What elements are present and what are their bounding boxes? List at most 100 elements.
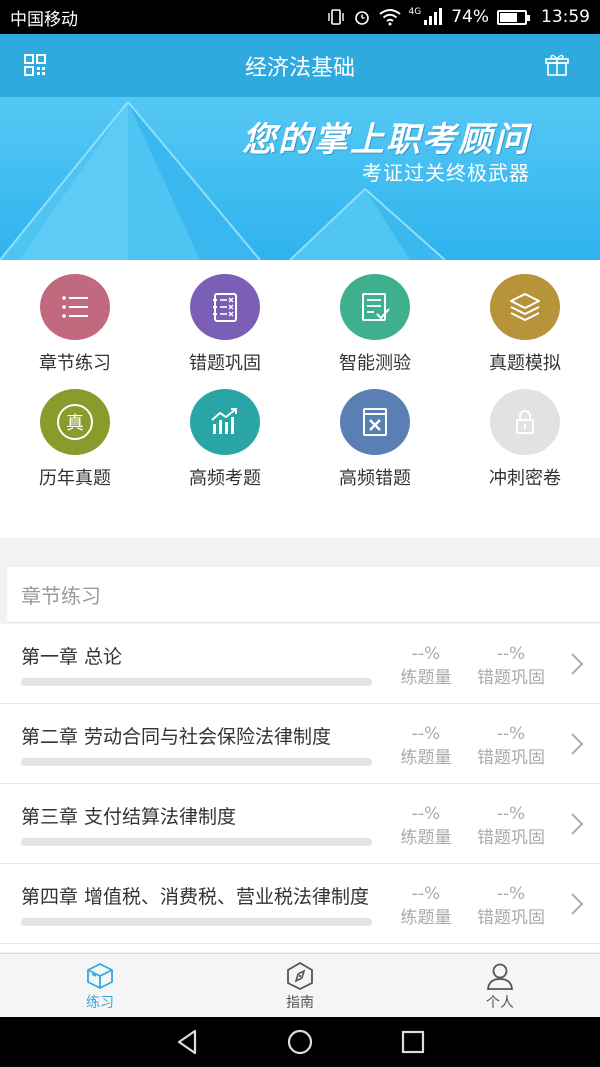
back-icon[interactable]	[173, 1028, 201, 1056]
tab-guide[interactable]: 指南	[200, 954, 400, 1017]
section-title: 章节练习	[7, 567, 600, 623]
battery-percent: 74%	[451, 7, 489, 27]
grid-menu-icon	[24, 54, 46, 76]
carrier-name: 中国移动	[10, 9, 78, 30]
battery-level	[500, 12, 518, 22]
feature-label: 真题模拟	[489, 353, 561, 374]
chapter-list: 第一章 总论 --% 练题量 --% 错题巩固 第二章 劳动合同与社会保险法律制度 …	[0, 624, 600, 952]
network-type: 4G	[408, 7, 422, 17]
stat-label: 错题巩固	[477, 828, 545, 848]
recents-icon[interactable]	[399, 1028, 427, 1056]
status-bar: 中国移动 4G 74% 13:59	[0, 0, 600, 34]
chevron-right-icon	[571, 893, 584, 915]
feature-icon-circle	[490, 389, 560, 455]
feature-icon-circle	[340, 389, 410, 455]
feature-label: 高频错题	[339, 468, 411, 489]
stat-value: --%	[496, 884, 526, 904]
banner-subslogan: 考证过关终极武器	[362, 161, 530, 185]
chapter-title: 第四章 增值税、消费税、营业税法律制度	[21, 886, 370, 908]
stat-label: 错题巩固	[477, 748, 545, 768]
stat-value: --%	[411, 804, 441, 824]
vibrate-icon	[327, 9, 344, 25]
notebook-icon	[213, 293, 237, 322]
tab-label: 个人	[486, 995, 514, 1011]
feature-chapter-practice[interactable]: 章节练习	[0, 260, 150, 375]
zhen-seal-icon: 真	[57, 404, 93, 440]
feature-label: 高频考题	[189, 468, 261, 489]
mistake-stat: --% 错题巩固	[474, 642, 548, 690]
svg-text:真: 真	[66, 413, 84, 434]
battery-icon	[497, 9, 530, 25]
feature-grid: 章节练习 错题巩固 智能测验 真题模拟 真 历年真题 高频考题 高频错题 冲刺密…	[0, 260, 600, 538]
stat-label: 练题量	[400, 908, 452, 928]
tab-practice[interactable]: 练习	[0, 954, 200, 1017]
progress-bar	[21, 758, 372, 766]
stat-label: 练题量	[400, 828, 452, 848]
feature-smart-test[interactable]: 智能测验	[300, 260, 450, 375]
mistake-stat: --% 错题巩固	[474, 802, 548, 850]
feature-frequent-mistakes[interactable]: 高频错题	[300, 375, 450, 490]
tab-profile[interactable]: 个人	[400, 954, 600, 1017]
chapter-title: 第二章 劳动合同与社会保险法律制度	[21, 726, 332, 748]
lock-icon	[516, 410, 534, 434]
practice-stat: --% 练题量	[398, 722, 454, 770]
chapter-row[interactable]: 第二章 劳动合同与社会保险法律制度 --% 练题量 --% 错题巩固	[0, 704, 600, 784]
chapter-row[interactable]: 第三章 支付结算法律制度 --% 练题量 --% 错题巩固	[0, 784, 600, 864]
feature-label: 智能测验	[339, 353, 411, 374]
stat-value: --%	[411, 644, 441, 664]
chapter-title: 第三章 支付结算法律制度	[21, 806, 237, 828]
feature-past-exams[interactable]: 真 历年真题	[0, 375, 150, 490]
feature-icon-circle	[190, 274, 260, 340]
menu-button[interactable]	[20, 50, 50, 80]
cube-icon	[87, 963, 113, 989]
page-title: 经济法基础	[244, 55, 355, 81]
stat-label: 错题巩固	[477, 908, 545, 928]
bottom-tab-bar: 练习 指南 个人	[0, 953, 600, 1017]
feature-mock-exam[interactable]: 真题模拟	[450, 260, 600, 375]
practice-stat: --% 练题量	[398, 802, 454, 850]
gift-icon	[545, 54, 569, 76]
gift-button[interactable]	[542, 50, 572, 80]
mistake-stat: --% 错题巩固	[474, 722, 548, 770]
practice-stat: --% 练题量	[398, 882, 454, 930]
alarm-icon	[354, 11, 369, 25]
stat-value: --%	[496, 804, 526, 824]
compass-icon	[287, 962, 313, 990]
feature-mistake-review[interactable]: 错题巩固	[150, 260, 300, 375]
feature-icon-circle	[340, 274, 410, 340]
stat-value: --%	[411, 724, 441, 744]
banner-slogan: 您的掌上职考顾问	[242, 120, 530, 160]
feature-label: 冲刺密卷	[489, 468, 561, 489]
stat-value: --%	[496, 644, 526, 664]
app-header: 经济法基础	[0, 34, 600, 97]
bar-trend-icon	[211, 408, 237, 434]
feature-icon-circle	[40, 274, 110, 340]
progress-bar	[21, 918, 372, 926]
check-document-icon	[362, 293, 390, 321]
mistake-stat: --% 错题巩固	[474, 882, 548, 930]
stat-label: 练题量	[400, 748, 452, 768]
stat-label: 错题巩固	[477, 668, 545, 688]
stat-value: --%	[496, 724, 526, 744]
chevron-right-icon	[571, 653, 584, 675]
promo-banner[interactable]: 您的掌上职考顾问 考证过关终极武器	[0, 97, 600, 260]
system-nav-bar	[0, 1017, 600, 1067]
wifi-icon	[378, 9, 401, 26]
chapter-row[interactable]: 第一章 总论 --% 练题量 --% 错题巩固	[0, 624, 600, 704]
feature-sprint-papers[interactable]: 冲刺密卷	[450, 375, 600, 490]
layers-icon	[510, 293, 540, 321]
chevron-right-icon	[571, 733, 584, 755]
tab-label: 指南	[286, 995, 314, 1011]
feature-frequent-questions[interactable]: 高频考题	[150, 375, 300, 490]
feature-label: 历年真题	[39, 468, 111, 489]
practice-stat: --% 练题量	[398, 642, 454, 690]
stat-label: 练题量	[400, 668, 452, 688]
home-icon[interactable]	[286, 1028, 314, 1056]
feature-label: 章节练习	[39, 353, 111, 374]
feature-icon-circle	[190, 389, 260, 455]
feature-icon-circle: 真	[40, 389, 110, 455]
chapter-title: 第一章 总论	[21, 646, 123, 668]
chapter-row[interactable]: 第四章 增值税、消费税、营业税法律制度 --% 练题量 --% 错题巩固	[0, 864, 600, 944]
stat-value: --%	[411, 884, 441, 904]
progress-bar	[21, 678, 372, 686]
